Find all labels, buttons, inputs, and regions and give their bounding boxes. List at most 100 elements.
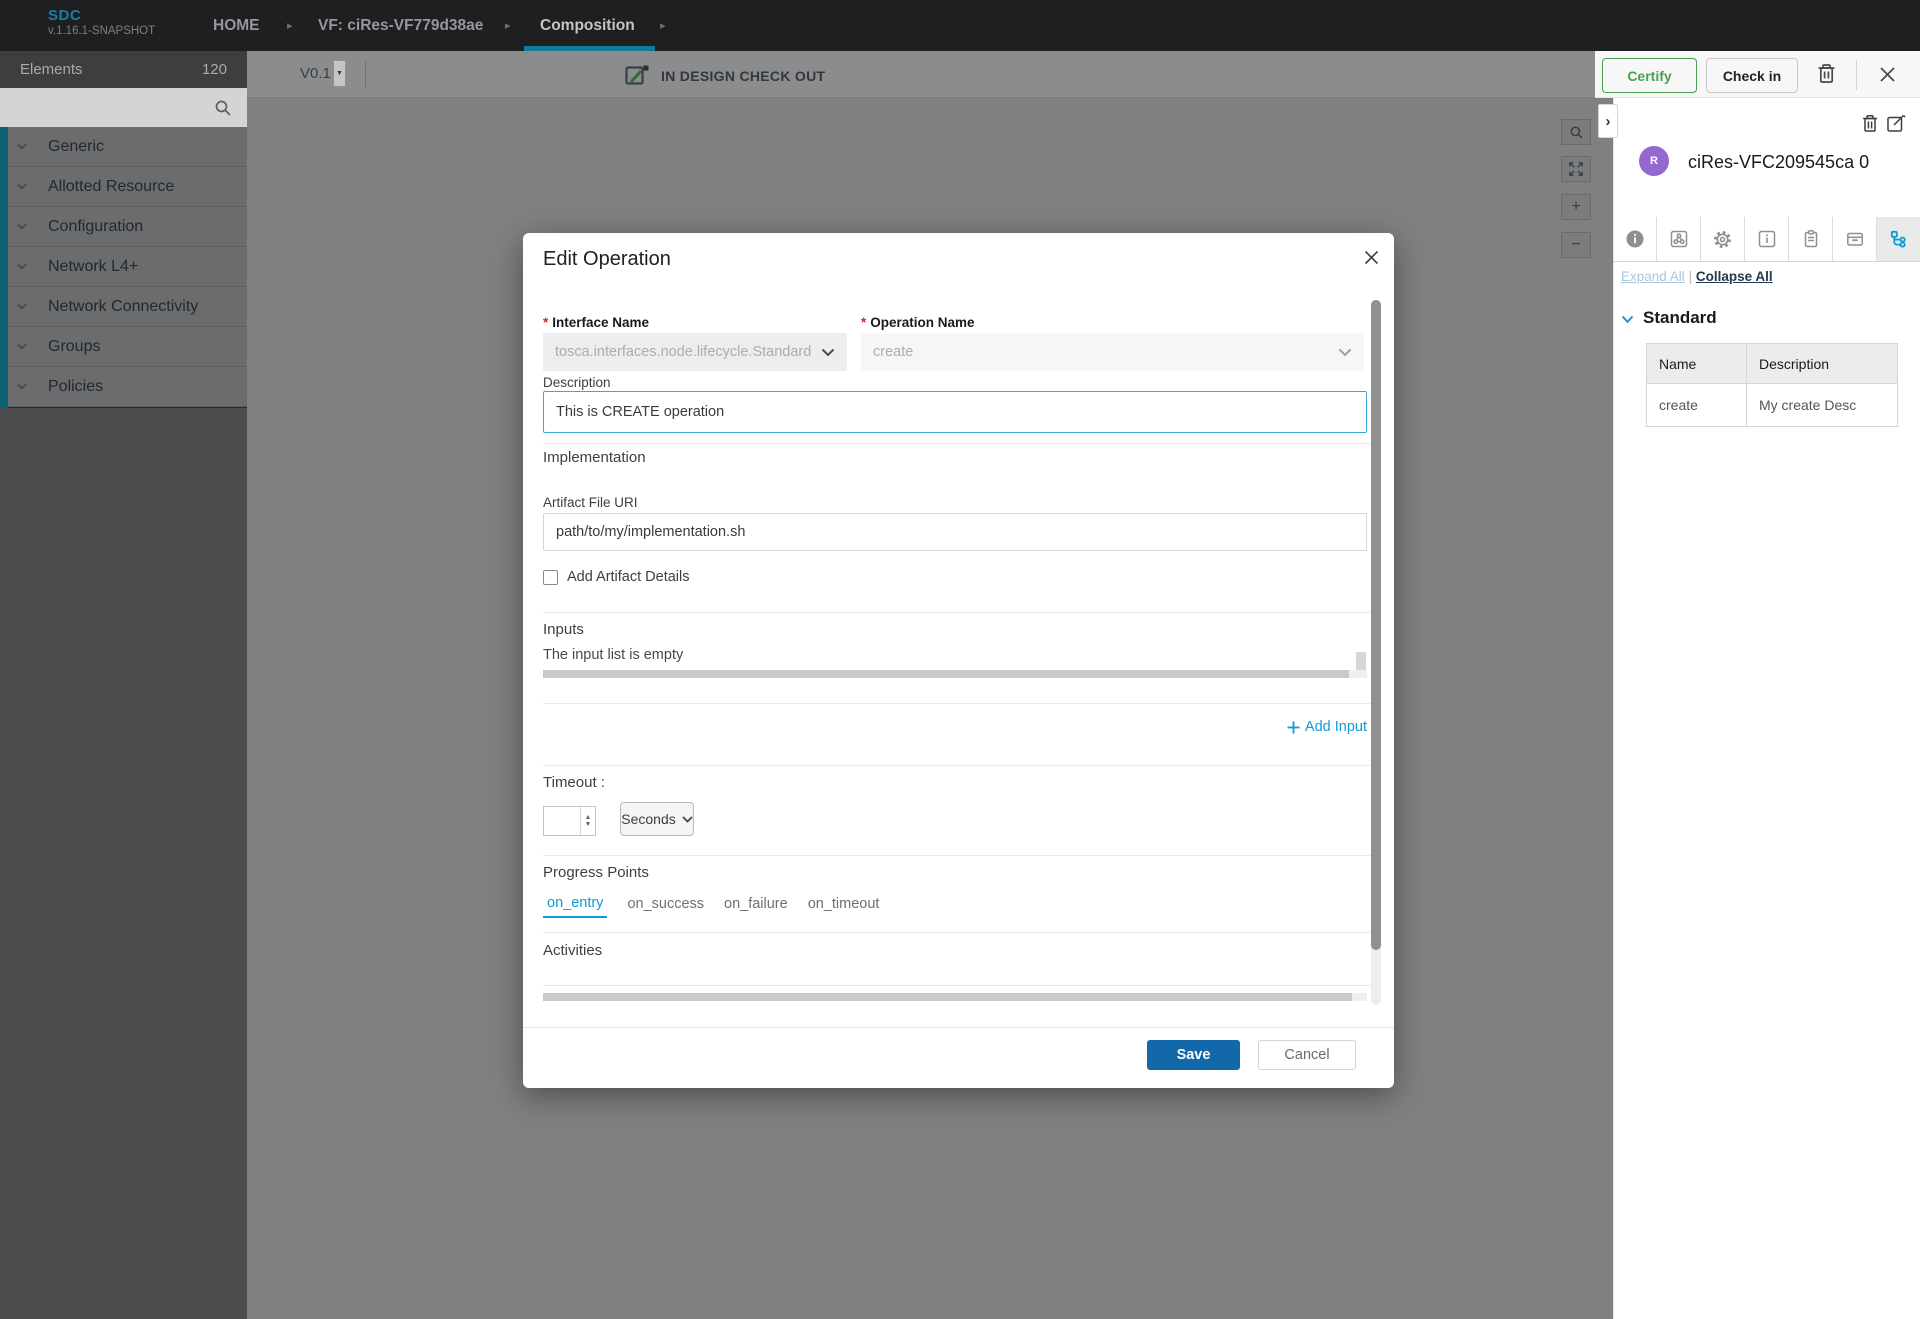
divider (543, 985, 1374, 986)
chevron-down-icon[interactable] (1621, 315, 1634, 324)
progress-tab-on-entry[interactable]: on_entry (543, 895, 607, 918)
progress-tab-on-timeout[interactable]: on_timeout (808, 896, 880, 917)
chevron-down-icon (17, 383, 27, 390)
close-icon[interactable] (1879, 66, 1896, 83)
chevron-down-icon (821, 348, 835, 357)
tab-information[interactable] (1613, 217, 1656, 261)
progress-tab-on-success[interactable]: on_success (627, 896, 704, 917)
progress-tab-on-failure[interactable]: on_failure (724, 896, 788, 917)
canvas-zoom-in-button[interactable]: + (1561, 194, 1591, 220)
avatar-letter: R (1650, 155, 1658, 167)
palette-category-policies[interactable]: Policies (0, 367, 247, 407)
operation-desc-cell[interactable]: My create Desc (1747, 384, 1898, 427)
breadcrumb-vf[interactable]: VF: ciRes-VF779d38ae (318, 0, 483, 51)
chevron-right-icon: › (1606, 113, 1611, 130)
sdc-composition-screen: SDC v.1.16.1-SNAPSHOT HOME ▸ VF: ciRes-V… (0, 0, 1920, 1319)
modal-scrollbar-thumb[interactable] (1371, 300, 1381, 950)
gear-icon (1712, 229, 1733, 250)
cancel-button[interactable]: Cancel (1258, 1040, 1356, 1070)
tab-artifacts[interactable] (1832, 217, 1876, 261)
breadcrumb-composition[interactable]: Composition (540, 0, 635, 51)
component-title: ciRes-VFC209545ca 0 (1688, 152, 1869, 173)
spinner-up-icon[interactable]: ▲ (585, 814, 592, 821)
activities-horizontal-scrollbar[interactable] (543, 993, 1367, 1001)
palette-title: Elements (20, 61, 83, 78)
modal-scrollbar-track[interactable] (1371, 300, 1381, 1005)
certify-label: Certify (1627, 68, 1671, 84)
expand-collapse-links: Expand All | Collapse All (1621, 269, 1773, 284)
tab-settings[interactable] (1700, 217, 1744, 261)
add-input-button[interactable]: Add Input (1287, 719, 1367, 735)
divider (365, 61, 366, 88)
timeout-unit-select[interactable]: Seconds (620, 802, 694, 836)
palette-category-network-connectivity[interactable]: Network Connectivity (0, 287, 247, 327)
artifact-uri-input[interactable]: path/to/my/implementation.sh (543, 513, 1367, 551)
trash-icon[interactable] (1862, 114, 1878, 133)
app-logo[interactable]: SDC (48, 7, 81, 24)
plus-icon (1287, 721, 1300, 734)
palette-category-allotted-resource[interactable]: Allotted Resource (0, 167, 247, 207)
palette-category-generic[interactable]: Generic (0, 127, 247, 167)
scrollbar-thumb[interactable] (543, 670, 1349, 678)
implementation-label: Implementation (543, 449, 646, 466)
operation-name-value: create (873, 344, 913, 360)
palette-category-network-l4[interactable]: Network L4+ (0, 247, 247, 287)
operation-name-select[interactable]: create (861, 333, 1364, 371)
interface-name-select[interactable]: tosca.interfaces.node.lifecycle.Standard (543, 333, 847, 371)
category-label: Allotted Resource (48, 178, 174, 196)
tab-details[interactable] (1744, 217, 1788, 261)
canvas-zoom-out-button[interactable]: − (1561, 232, 1591, 258)
save-button[interactable]: Save (1147, 1040, 1240, 1070)
description-input[interactable]: This is CREATE operation (543, 391, 1367, 433)
palette-search-input[interactable] (0, 88, 247, 127)
table-row[interactable]: create My create Desc (1647, 384, 1898, 427)
palette-category-configuration[interactable]: Configuration (0, 207, 247, 247)
divider (523, 1027, 1394, 1028)
palette-category-groups[interactable]: Groups (0, 327, 247, 367)
delete-icon[interactable] (1817, 63, 1836, 84)
operation-name-cell[interactable]: create (1647, 384, 1747, 427)
divider (543, 765, 1374, 766)
chevron-down-icon (17, 143, 27, 150)
inputs-label: Inputs (543, 621, 584, 638)
breadcrumb-arrow-icon: ▸ (660, 0, 666, 51)
breadcrumb-home[interactable]: HOME (213, 0, 260, 51)
breadcrumb-arrow-icon: ▸ (505, 0, 511, 51)
collapse-all-link[interactable]: Collapse All (1696, 269, 1773, 284)
add-artifact-row: Add Artifact Details (543, 569, 690, 585)
panel-collapse-button[interactable]: › (1598, 104, 1618, 138)
interface-section-title[interactable]: Standard (1643, 308, 1717, 328)
artifact-uri-label: Artifact File URI (543, 495, 638, 510)
inputs-vertical-scrollbar[interactable] (1356, 652, 1366, 670)
scrollbar-thumb[interactable] (543, 993, 1352, 1001)
canvas-fullscreen-button[interactable] (1561, 156, 1591, 182)
modal-title: Edit Operation (543, 248, 671, 271)
edit-status-icon (625, 64, 653, 86)
check-in-button[interactable]: Check in (1706, 58, 1798, 93)
inputs-horizontal-scrollbar[interactable] (543, 670, 1367, 678)
canvas-search-button[interactable] (1561, 119, 1591, 145)
close-icon[interactable] (1364, 250, 1379, 265)
tab-composition[interactable] (1656, 217, 1700, 261)
add-artifact-label: Add Artifact Details (567, 569, 690, 585)
inputs-empty-message: The input list is empty (543, 647, 683, 663)
add-artifact-checkbox[interactable] (543, 570, 558, 585)
edit-icon[interactable] (1886, 113, 1906, 133)
timeout-unit-value: Seconds (621, 811, 675, 827)
interface-name-label: *Interface Name (543, 315, 649, 330)
expand-all-link[interactable]: Expand All (1621, 269, 1685, 284)
panel-tab-bar (1613, 217, 1920, 262)
version-stepper[interactable]: ▼ (333, 60, 346, 87)
number-spinner-arrows[interactable]: ▲▼ (580, 807, 595, 835)
plus-icon: + (1571, 198, 1580, 216)
tab-operations[interactable] (1876, 217, 1920, 261)
spinner-down-icon[interactable]: ▼ (585, 821, 592, 828)
tab-requirements[interactable] (1788, 217, 1832, 261)
divider (543, 703, 1374, 704)
chevron-down-icon (17, 183, 27, 190)
palette-category-list: Generic Allotted Resource Configuration … (0, 127, 247, 407)
timeout-number-input[interactable]: ▲▼ (543, 806, 596, 836)
top-nav: SDC v.1.16.1-SNAPSHOT HOME ▸ VF: ciRes-V… (0, 0, 1920, 51)
palette-header: Elements 120 (0, 51, 247, 88)
certify-button[interactable]: Certify (1602, 58, 1697, 93)
